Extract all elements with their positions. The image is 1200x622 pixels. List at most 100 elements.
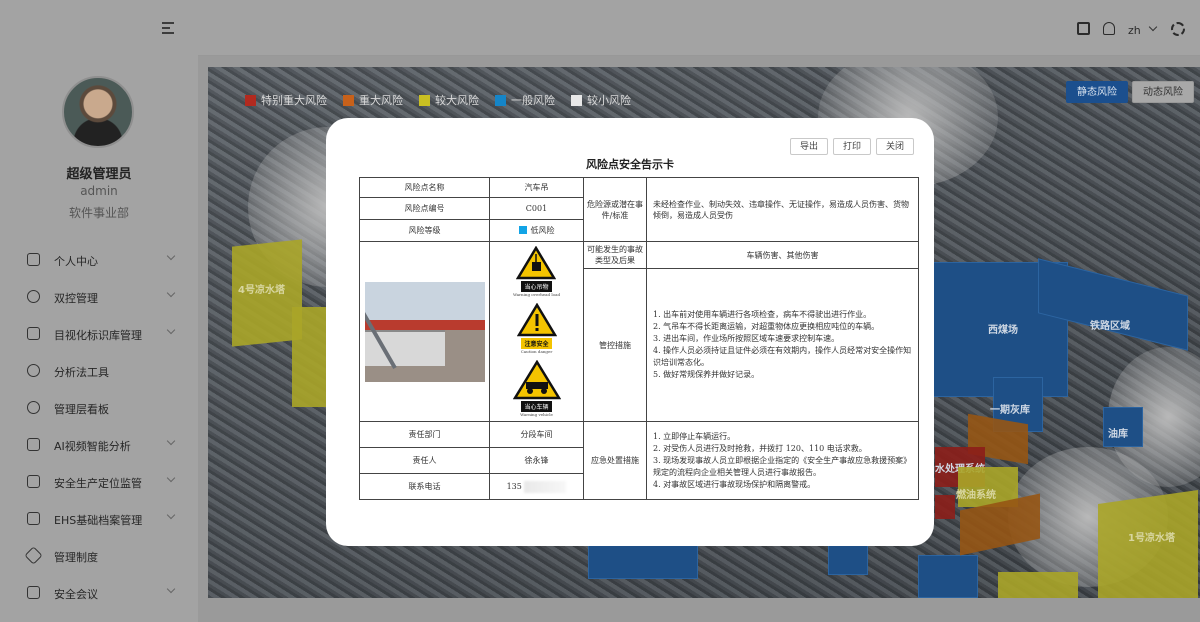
sign-subtitle: Warning vehicle xyxy=(520,412,553,417)
layers-icon xyxy=(27,475,40,488)
emergency-step: 3. 现场发现事故人员立即根据企业指定的《安全生产事故应急救援预案》规定的流程向… xyxy=(653,455,912,477)
code-value: C001 xyxy=(489,197,584,220)
sidebar-item-management-rules[interactable]: 管理制度 xyxy=(0,537,198,574)
phone-label: 联系电话 xyxy=(359,473,490,500)
phone-cell: 135 xyxy=(489,473,584,500)
level-cell: 低风险 xyxy=(489,219,584,242)
crane-photo xyxy=(364,281,485,382)
sidebar-item-label: AI视频智能分析 xyxy=(54,440,131,453)
yellow-zone[interactable] xyxy=(998,572,1078,598)
sidebar-item-label: 管理制度 xyxy=(54,551,98,564)
fuel-system-label: 燃油系统 xyxy=(956,490,996,501)
sidebar-item-dual-control[interactable]: 双控管理 xyxy=(0,278,198,315)
emergency-step: 4. 对事故区域进行事故现场保护和隔离警戒。 xyxy=(653,479,816,489)
chevron-down-icon xyxy=(166,325,176,335)
code-label: 风险点编号 xyxy=(359,197,490,220)
sidebar-item-personal-center[interactable]: 个人中心 xyxy=(0,241,198,278)
sign-subtitle: Caution danger xyxy=(520,349,553,354)
legend-item-large: 较大风险 xyxy=(419,92,479,108)
chevron-down-icon xyxy=(166,251,176,261)
gear-icon[interactable] xyxy=(1171,22,1185,36)
print-button[interactable]: 打印 xyxy=(832,138,871,155)
emergency-label: 应急处置措施 xyxy=(583,421,647,500)
chevron-down-icon xyxy=(166,288,176,298)
risk-notice-card-modal: 导出 打印 关闭 风险点安全告示卡 风险点名称 汽车吊 危险源或潜在事件/标准 … xyxy=(326,118,934,546)
pie-chart-icon xyxy=(27,401,40,414)
tower-4-label: 4号凉水塔 xyxy=(238,285,285,296)
name-label: 风险点名称 xyxy=(359,177,490,198)
legend-label: 重大风险 xyxy=(359,94,403,107)
legend-swatch xyxy=(343,94,354,106)
avatar[interactable] xyxy=(62,76,134,148)
chevron-down-icon xyxy=(166,510,176,520)
menu-collapse-icon[interactable] xyxy=(162,22,176,34)
sign-caption: 当心吊物 xyxy=(521,281,552,292)
legend-swatch xyxy=(495,94,506,106)
control-label: 管控措施 xyxy=(583,268,647,422)
sidebar-item-visual-signs[interactable]: 目视化标识库管理 xyxy=(0,315,198,352)
control-step: 1. 出车前对使用车辆进行各项检查，病车不得驶出进行作业。 xyxy=(653,310,872,320)
sidebar-item-ai-video[interactable]: AI视频智能分析 xyxy=(0,426,198,463)
language-select[interactable]: zh xyxy=(1128,24,1141,37)
control-measures: 1. 出车前对使用车辆进行各项检查，病车不得驶出进行作业。 2. 气吊车不得长距… xyxy=(646,268,919,422)
legend-label: 一般风险 xyxy=(511,94,555,107)
sidebar-item-label: EHS基础档案管理 xyxy=(54,514,143,527)
top-bar xyxy=(198,0,1200,56)
level-color-swatch xyxy=(518,226,527,235)
modal-title: 风险点安全告示卡 xyxy=(586,158,674,171)
oil-station-label: 油库 xyxy=(1108,429,1128,440)
dynamic-risk-button[interactable]: 动态风险 xyxy=(1132,81,1194,103)
user-name: 超级管理员 xyxy=(66,167,132,182)
blue-building[interactable] xyxy=(828,545,868,575)
sidebar-item-management-dashboard[interactable]: 管理层看板 xyxy=(0,389,198,426)
dept-value: 分段车间 xyxy=(489,421,584,448)
legend-swatch xyxy=(571,94,582,106)
vehicle-sign-icon: 当心车辆 Warning vehicle xyxy=(512,360,561,417)
static-risk-button[interactable]: 静态风险 xyxy=(1066,81,1128,103)
sidebar-item-safety-positioning[interactable]: 安全生产定位监管 xyxy=(0,463,198,500)
control-step: 3. 进出车间，作业场所按照区域车速要求控制车速。 xyxy=(653,334,840,344)
sign-caption: 当心车辆 xyxy=(521,401,552,412)
gavel-icon xyxy=(24,546,43,565)
photo-cell xyxy=(359,241,490,422)
legend-label: 特别重大风险 xyxy=(261,94,327,107)
export-button[interactable]: 导出 xyxy=(789,138,828,155)
control-step: 2. 气吊车不得长距离运输，对超重物体应更换相应吨位的车辆。 xyxy=(653,322,880,332)
overhead-load-sign-icon: 当心吊物 Warning overhead load xyxy=(513,246,560,297)
book-icon xyxy=(27,327,40,340)
tower-1-label: 1号凉水塔 xyxy=(1128,533,1175,544)
risk-card-table: 风险点名称 汽车吊 危险源或潜在事件/标准 未经检查作业、制动失效、违章操作、无… xyxy=(359,177,919,500)
phone-redacted xyxy=(524,480,567,493)
fullscreen-icon[interactable] xyxy=(1077,22,1090,35)
legend-label: 较小风险 xyxy=(587,94,631,107)
sidebar-item-label: 个人中心 xyxy=(54,255,98,268)
blue-building[interactable] xyxy=(918,555,978,598)
accident-label: 可能发生的事故类型及后果 xyxy=(583,240,647,270)
user-icon xyxy=(27,253,40,266)
person-value: 徐永锋 xyxy=(489,447,584,474)
dept-label: 责任部门 xyxy=(359,421,490,448)
legend-label: 较大风险 xyxy=(435,94,479,107)
meeting-icon xyxy=(27,586,40,599)
emergency-measures: 1. 立即停止车辆运行。 2. 对受伤人员进行及时抢救，并拨打 120、110 … xyxy=(646,421,919,500)
sidebar-item-ehs-archives[interactable]: EHS基础档案管理 xyxy=(0,500,198,537)
caution-sign-icon: 注意安全 Caution danger xyxy=(516,303,557,354)
legend-item-general: 一般风险 xyxy=(495,92,555,108)
emergency-step: 2. 对受伤人员进行及时抢救，并拨打 120、110 电话求救。 xyxy=(653,443,867,453)
close-button[interactable]: 关闭 xyxy=(875,138,914,155)
hazard-label: 危险源或潜在事件/标准 xyxy=(583,177,647,242)
sidebar-item-label: 安全会议 xyxy=(54,588,98,601)
chevron-down-icon xyxy=(166,584,176,594)
ash-warehouse-label: 一期灰库 xyxy=(990,405,1030,416)
sidebar-item-analysis-tools[interactable]: 分析法工具 xyxy=(0,352,198,389)
phone-value: 135 xyxy=(506,481,522,491)
sidebar-item-label: 目视化标识库管理 xyxy=(54,329,142,342)
bell-icon[interactable] xyxy=(1103,22,1115,35)
legend-swatch xyxy=(419,94,430,106)
sidebar-item-safety-meetings[interactable]: 安全会议 xyxy=(0,574,198,611)
red-zone[interactable] xyxy=(935,495,955,519)
sidebar-item-label: 双控管理 xyxy=(54,292,98,305)
chevron-down-icon xyxy=(166,436,176,446)
sign-caption: 注意安全 xyxy=(521,338,552,349)
user-login: admin xyxy=(80,184,118,198)
